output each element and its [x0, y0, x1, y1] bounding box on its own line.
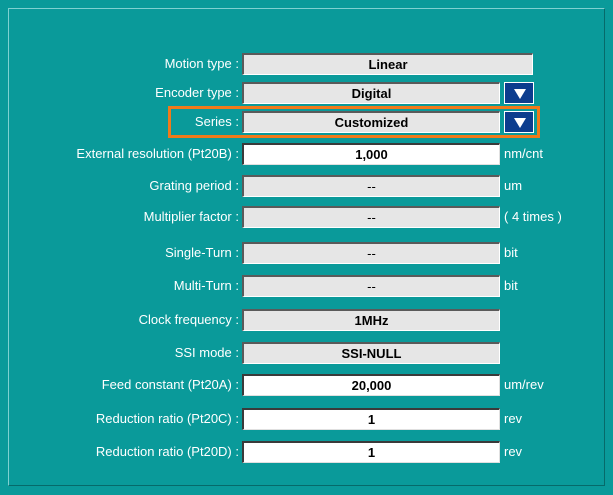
grating-period-input: --	[242, 175, 500, 197]
ssi-mode-label: SSI mode :	[174, 345, 239, 360]
row-series: Series : Customized	[0, 111, 613, 133]
single-turn-label: Single-Turn :	[165, 245, 239, 260]
row-reduction-ratio-c: Reduction ratio (Pt20C) : 1 rev	[0, 408, 613, 430]
reduction-ratio-d-unit: rev	[504, 444, 523, 459]
triangle-down-icon	[514, 89, 526, 99]
multiplier-factor-label: Multiplier factor :	[143, 209, 239, 224]
multi-turn-label: Multi-Turn :	[173, 278, 239, 293]
encoder-type-label: Encoder type :	[155, 85, 239, 100]
clock-frequency-label: Clock frequency :	[138, 312, 239, 327]
multiplier-factor-input: --	[242, 206, 500, 228]
external-resolution-label: External resolution (Pt20B) :	[76, 146, 239, 161]
grating-period-label: Grating period :	[149, 178, 239, 193]
ssi-mode-value: SSI-NULL	[242, 342, 500, 364]
row-multi-turn: Multi-Turn : -- bit	[0, 275, 613, 297]
feed-constant-label: Feed constant (Pt20A) :	[101, 377, 239, 392]
row-grating-period: Grating period : -- um	[0, 175, 613, 197]
clock-frequency-value: 1MHz	[242, 309, 500, 331]
motion-type-value: Linear	[242, 53, 533, 75]
single-turn-unit: bit	[504, 245, 518, 260]
grating-period-unit: um	[504, 178, 523, 193]
multi-turn-unit: bit	[504, 278, 518, 293]
multiplier-factor-unit: ( 4 times )	[504, 209, 562, 224]
motion-type-label: Motion type :	[164, 56, 239, 71]
row-encoder-type: Encoder type : Digital	[0, 82, 613, 104]
row-clock-frequency: Clock frequency : 1MHz	[0, 309, 613, 331]
encoder-settings-panel: Motion type : Linear Encoder type : Digi…	[0, 0, 613, 495]
triangle-down-icon	[514, 118, 526, 128]
row-ssi-mode: SSI mode : SSI-NULL	[0, 342, 613, 364]
reduction-ratio-c-input[interactable]: 1	[242, 408, 500, 430]
series-select[interactable]: Customized	[242, 111, 500, 133]
reduction-ratio-d-label: Reduction ratio (Pt20D) :	[95, 444, 239, 459]
external-resolution-input[interactable]: 1,000	[242, 143, 500, 165]
external-resolution-unit: nm/cnt	[504, 146, 544, 161]
encoder-type-select[interactable]: Digital	[242, 82, 500, 104]
feed-constant-unit: um/rev	[504, 377, 544, 392]
row-single-turn: Single-Turn : -- bit	[0, 242, 613, 264]
reduction-ratio-c-label: Reduction ratio (Pt20C) :	[95, 411, 239, 426]
series-label: Series :	[194, 114, 239, 129]
row-external-resolution: External resolution (Pt20B) : 1,000 nm/c…	[0, 143, 613, 165]
row-feed-constant: Feed constant (Pt20A) : 20,000 um/rev	[0, 374, 613, 396]
series-dropdown-button[interactable]	[504, 111, 534, 133]
encoder-type-dropdown-button[interactable]	[504, 82, 534, 104]
single-turn-input: --	[242, 242, 500, 264]
feed-constant-input[interactable]: 20,000	[242, 374, 500, 396]
row-multiplier-factor: Multiplier factor : -- ( 4 times )	[0, 206, 613, 228]
reduction-ratio-c-unit: rev	[504, 411, 523, 426]
reduction-ratio-d-input[interactable]: 1	[242, 441, 500, 463]
multi-turn-input: --	[242, 275, 500, 297]
row-reduction-ratio-d: Reduction ratio (Pt20D) : 1 rev	[0, 441, 613, 463]
row-motion-type: Motion type : Linear	[0, 53, 613, 75]
